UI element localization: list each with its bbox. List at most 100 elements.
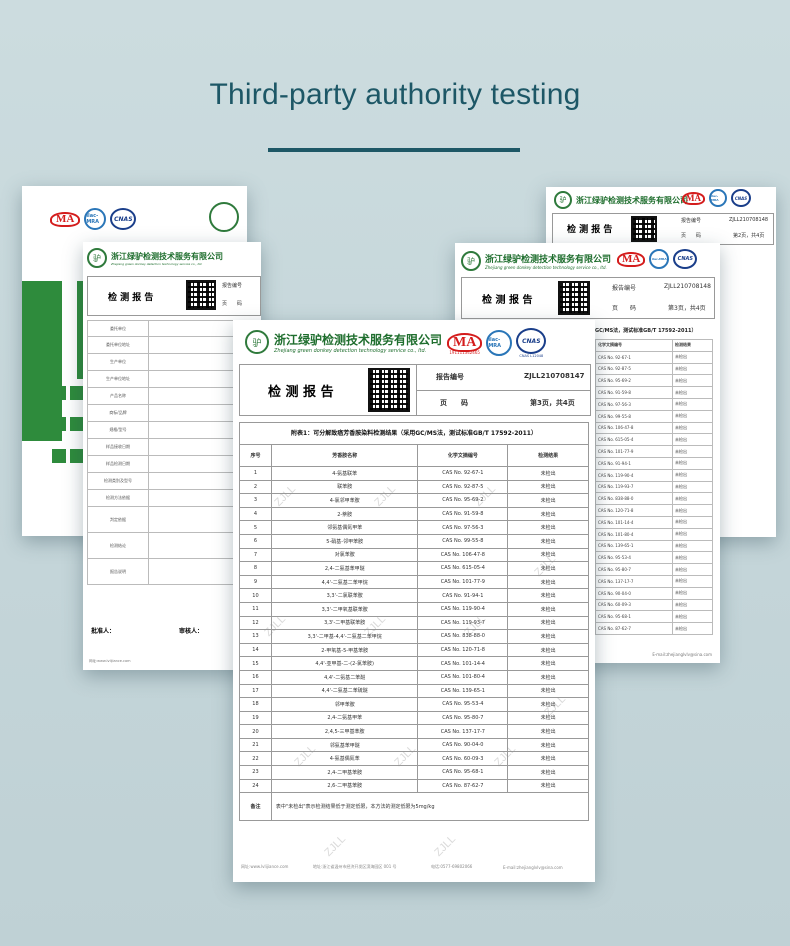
ma-logo: MA xyxy=(50,211,81,227)
info-field-label: 生产单位地址 xyxy=(88,371,149,387)
row-cas-number: CAS No. 95-68-1 xyxy=(595,610,673,624)
rf-cert-logos: MA ilac-MRA CNAS xyxy=(617,249,698,269)
footer-web: 网址:www.lvlijiance.com xyxy=(89,659,131,663)
row-cas-number: CAS No. 87-62-7 xyxy=(417,778,509,794)
rf-cas-table: 化学文摘编号 检测结果 CAS No. 92-67-1 未检出 CAS No. 92… xyxy=(595,339,714,635)
ilac-logo: ilac-MRA xyxy=(709,189,727,207)
table-row: CAS No. 615-05-4 未检出 xyxy=(595,433,714,447)
table-row: CAS No. 120-71-8 未检出 xyxy=(595,504,714,517)
main-report-box: 检 测 报 告 报告编号 ZJLL210708147 页 码 第3页，共4页 xyxy=(239,364,591,416)
row-result: 未检出 xyxy=(671,551,714,565)
row-index: 14 xyxy=(239,642,272,658)
row-cas-number: CAS No. 106-47-8 xyxy=(417,547,509,563)
row-result: 未检出 xyxy=(671,409,714,423)
table-row: 5 邻氨基偶氮甲苯 CAS No. 97-56-3 未检出 xyxy=(239,520,589,535)
row-cas-number: CAS No. 92-87-5 xyxy=(595,362,673,376)
footer-phone: 电话:0577-69802066 xyxy=(431,864,473,869)
row-result: 未检出 xyxy=(507,656,589,671)
table-row: CAS No. 119-93-7 未检出 xyxy=(595,480,714,494)
row-cas-number: CAS No. 97-56-3 xyxy=(417,520,509,535)
donkey-mascot-icon xyxy=(209,202,239,232)
row-cas-number: CAS No. 615-05-4 xyxy=(417,561,509,576)
row-result: 未检出 xyxy=(507,642,589,658)
row-amine-name: 2,4-二甲基苯胺 xyxy=(270,765,419,780)
ma-logo: MA xyxy=(617,251,646,267)
note-label: 备注 xyxy=(239,792,272,822)
company-name-en: Zhejiang green donkey detection technolo… xyxy=(274,347,427,354)
report-title: 检 测 报 告 xyxy=(108,293,154,303)
row-result: 未检出 xyxy=(671,563,714,576)
reviewer-label: 审核人： xyxy=(179,628,204,635)
note-text: 表中"未检出"表示检测结果低于测定低限，本方法的测定低限为5mg/kg xyxy=(270,792,590,822)
row-cas-number: CAS No. 95-68-1 xyxy=(417,765,509,780)
info-field-label: 委托单位地址 xyxy=(88,337,149,353)
table-row: CAS No. 92-67-1 未检出 xyxy=(595,350,714,364)
row-cas-number: CAS No. 106-47-8 xyxy=(595,421,673,435)
row-result: 未检出 xyxy=(671,504,714,517)
table-row: 23 2,4-二甲基苯胺 CAS No. 95-68-1 未检出 xyxy=(239,765,589,780)
row-cas-number: CAS No. 615-05-4 xyxy=(595,433,673,447)
row-result: 未检出 xyxy=(507,737,589,753)
col-header-name: 芳香胺名称 xyxy=(270,444,419,467)
info-field-label: 规格/型号 xyxy=(88,422,149,438)
table-row: CAS No. 90-04-0 未检出 xyxy=(595,586,714,600)
row-index: 21 xyxy=(239,737,272,753)
row-result: 未检出 xyxy=(671,574,714,588)
row-cas-number: CAS No. 120-71-8 xyxy=(417,642,509,658)
report-no-label: 报告编号 xyxy=(222,283,243,289)
table-row: CAS No. 87-62-7 未检出 xyxy=(595,622,714,635)
report-no-value: ZJLL210708148 xyxy=(729,217,769,223)
left-company-header: 驴 浙江绿驴检测技术服务有限公司 Zhejiang green donkey d… xyxy=(87,248,223,268)
row-cas-number: CAS No. 99-55-8 xyxy=(417,533,509,549)
row-result: 未检出 xyxy=(507,466,589,481)
col-header-result: 检测结果 xyxy=(507,444,589,467)
report-no-value: ZJLL210708147 xyxy=(524,372,585,380)
report-title: 检 测 报 告 xyxy=(482,295,533,306)
footer-address: 地址:浙江省温州市经济开发区滨海园区 001 号 xyxy=(313,864,397,869)
page-heading: Third-party authority testing xyxy=(209,78,581,111)
table-row: CAS No. 95-68-1 未检出 xyxy=(595,610,714,624)
main-results-table: 序号 芳香胺名称 化学文摘编号 检测结果 1 4-氨基联苯 CAS No. 92-6… xyxy=(239,444,590,822)
rb-report-box: 检 测 报 告 报告编号 ZJLL210708148 页 码 第2页，共4页 xyxy=(552,213,774,245)
page-label: 页 码 xyxy=(681,233,702,239)
row-cas-number: CAS No. 99-55-8 xyxy=(595,409,673,423)
row-result: 未检出 xyxy=(671,421,714,435)
info-field-label: 检测方法依据 xyxy=(88,490,149,506)
row-result: 未检出 xyxy=(671,598,714,612)
info-field-label: 样品接收日期 xyxy=(88,439,149,455)
company-name-cn: 浙江绿驴检测技术服务有限公司 xyxy=(576,194,688,205)
table-row: CAS No. 91-94-1 未检出 xyxy=(595,456,714,470)
info-field-label: 检测结论 xyxy=(88,533,149,558)
row-result: 未检出 xyxy=(507,506,589,522)
company-name-en: Zhejiang green donkey detection technolo… xyxy=(485,265,607,270)
row-cas-number: CAS No. 95-53-4 xyxy=(417,697,509,712)
table-row: 18 邻甲苯胺 CAS No. 95-53-4 未检出 xyxy=(239,697,589,712)
table-row: CAS No. 99-55-8 未检出 xyxy=(595,409,714,423)
row-amine-name: 邻氨基偶氮甲苯 xyxy=(270,520,419,535)
table-row: 16 4,4'-二氨基二苯醚 CAS No. 101-80-4 未检出 xyxy=(239,669,589,685)
row-index: 7 xyxy=(239,547,272,563)
row-result: 未检出 xyxy=(671,492,714,506)
info-field-label: 样品检测日期 xyxy=(88,456,149,472)
company-name-en: Zhejiang green donkey detection technolo… xyxy=(111,261,203,266)
row-amine-name: 2-甲氧基-5-甲基苯胺 xyxy=(270,642,419,658)
table-row: 14 2-甲氧基-5-甲基苯胺 CAS No. 120-71-8 未检出 xyxy=(239,642,589,658)
info-field-label: 检测类别及型号 xyxy=(88,473,149,489)
company-name-cn: 浙江绿驴检测技术服务有限公司 xyxy=(485,255,612,265)
row-index: 23 xyxy=(239,765,272,780)
table-row: 24 2,6-二甲基苯胺 CAS No. 87-62-7 未检出 xyxy=(239,778,589,794)
page-value: 第2页，共4页 xyxy=(733,233,765,239)
col-header: 检测结果 xyxy=(671,339,714,352)
row-result: 未检出 xyxy=(671,362,714,376)
row-index: 22 xyxy=(239,751,272,767)
row-amine-name: 3,3'-二氯联苯胺 xyxy=(270,588,419,603)
row-result: 未检出 xyxy=(507,588,589,603)
row-amine-name: 2,4-二氨基甲苯 xyxy=(270,710,419,726)
row-result: 未检出 xyxy=(507,479,589,495)
table-row: CAS No. 838-88-0 未检出 xyxy=(595,492,714,506)
row-cas-number: CAS No. 119-90-4 xyxy=(417,601,509,617)
row-cas-number: CAS No. 90-04-0 xyxy=(595,586,673,600)
table-row: CAS No. 101-14-4 未检出 xyxy=(595,515,714,529)
row-index: 3 xyxy=(239,493,272,508)
footer-email: E-mail:zhejianglvlv@sina.com xyxy=(652,652,712,657)
